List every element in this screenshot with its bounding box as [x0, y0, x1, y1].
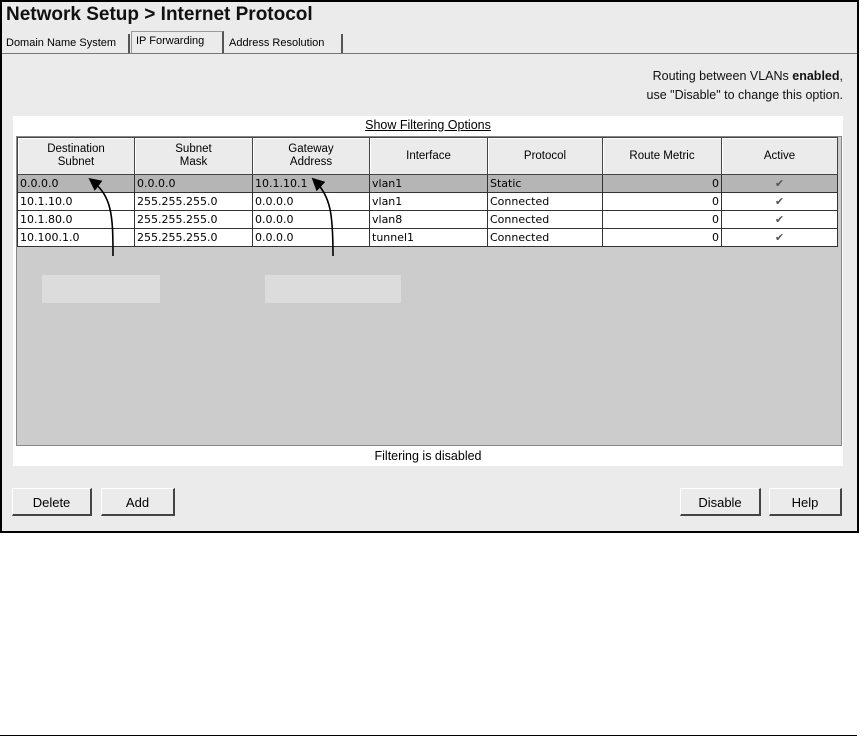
- table-row[interactable]: 10.100.1.0 255.255.255.0 0.0.0.0 tunnel1…: [17, 228, 838, 247]
- column-header-text: Destination: [47, 143, 105, 155]
- ip-forwarding-panel: Routing between VLANs enabled, use "Disa…: [6, 54, 853, 528]
- cell-mask: 255.255.255.0: [134, 210, 253, 229]
- cell-gateway: 10.1.10.1: [252, 174, 370, 193]
- routing-status-line2: use "Disable" to change this option.: [646, 88, 844, 102]
- ip-forwarding-window: Network Setup > Internet Protocol Domain…: [0, 0, 859, 533]
- column-header-destination-subnet[interactable]: Destination Subnet: [17, 137, 135, 175]
- help-button[interactable]: Help: [769, 488, 842, 516]
- cell-interface: vlan1: [369, 174, 488, 193]
- page-title: Network Setup > Internet Protocol: [6, 4, 313, 25]
- cell-destination: 10.100.1.0: [17, 228, 135, 247]
- cell-gateway: 0.0.0.0: [252, 228, 370, 247]
- show-filtering-options-link[interactable]: Show Filtering Options: [13, 118, 843, 132]
- checkmark-icon: ✔: [721, 228, 838, 247]
- callout-placeholder-destination: [42, 275, 160, 303]
- cell-protocol: Static: [487, 174, 603, 193]
- cell-protocol: Connected: [487, 192, 603, 211]
- cell-metric: 0: [602, 210, 722, 229]
- table-row[interactable]: 0.0.0.0 0.0.0.0 10.1.10.1 vlan1 Static 0…: [17, 174, 838, 193]
- routes-table: Destination Subnet Subnet Mask Gateway Addr…: [17, 137, 838, 247]
- cell-mask: 0.0.0.0: [134, 174, 253, 193]
- table-header-row: Destination Subnet Subnet Mask Gateway Addr…: [17, 137, 838, 175]
- cell-interface: tunnel1: [369, 228, 488, 247]
- column-header-subnet-mask[interactable]: Subnet Mask: [134, 137, 253, 175]
- cell-interface: vlan8: [369, 210, 488, 229]
- column-header-protocol[interactable]: Protocol: [487, 137, 603, 175]
- checkmark-icon: ✔: [721, 210, 838, 229]
- routes-grid[interactable]: Destination Subnet Subnet Mask Gateway Addr…: [16, 136, 842, 446]
- column-header-route-metric[interactable]: Route Metric: [602, 137, 722, 175]
- cell-mask: 255.255.255.0: [134, 192, 253, 211]
- cell-destination: 0.0.0.0: [17, 174, 135, 193]
- column-header-text: Address: [289, 156, 333, 168]
- column-header-text: Subnet: [175, 143, 212, 155]
- routing-status-line1: Routing between VLANs enabled,: [647, 67, 843, 86]
- tab-address-resolution[interactable]: Address Resolution: [225, 34, 343, 53]
- cell-mask: 255.255.255.0: [134, 228, 253, 247]
- cell-interface: vlan1: [369, 192, 488, 211]
- tab-domain-name-system[interactable]: Domain Name System: [2, 34, 130, 53]
- column-header-active[interactable]: Active: [721, 137, 838, 175]
- cell-metric: 0: [602, 228, 722, 247]
- column-header-interface[interactable]: Interface: [369, 137, 488, 175]
- column-header-text: Mask: [179, 156, 208, 168]
- table-row[interactable]: 10.1.10.0 255.255.255.0 0.0.0.0 vlan1 Co…: [17, 192, 838, 211]
- checkmark-icon: ✔: [721, 192, 838, 211]
- column-header-gateway-address[interactable]: Gateway Address: [252, 137, 370, 175]
- cell-destination: 10.1.80.0: [17, 210, 135, 229]
- column-header-text: Subnet: [57, 156, 95, 168]
- cell-protocol: Connected: [487, 228, 603, 247]
- routing-status-message: Routing between VLANs enabled, use "Disa…: [647, 67, 844, 105]
- table-row[interactable]: 10.1.80.0 255.255.255.0 0.0.0.0 vlan8 Co…: [17, 210, 838, 229]
- cell-destination: 10.1.10.0: [17, 192, 135, 211]
- routing-status-value: enabled: [792, 69, 840, 83]
- cell-metric: 0: [602, 174, 722, 193]
- cell-gateway: 0.0.0.0: [252, 192, 370, 211]
- routing-status-suffix: ,: [839, 69, 843, 83]
- cell-protocol: Connected: [487, 210, 603, 229]
- callout-placeholder-gateway: [265, 275, 401, 303]
- checkmark-icon: ✔: [721, 174, 838, 193]
- disable-button[interactable]: Disable: [680, 488, 761, 516]
- routing-status-prefix: Routing between VLANs: [652, 69, 793, 83]
- column-header-text: Gateway: [288, 143, 334, 155]
- tab-bar: Domain Name System IP Forwarding Address…: [2, 31, 857, 55]
- cell-gateway: 0.0.0.0: [252, 210, 370, 229]
- routes-container: Show Filtering Options Destination Subnet…: [13, 116, 843, 466]
- page-bottom-rule: [0, 735, 857, 736]
- add-button[interactable]: Add: [101, 488, 175, 516]
- delete-button[interactable]: Delete: [12, 488, 92, 516]
- tab-ip-forwarding[interactable]: IP Forwarding: [131, 31, 224, 53]
- cell-metric: 0: [602, 192, 722, 211]
- filter-status-text: Filtering is disabled: [374, 449, 482, 463]
